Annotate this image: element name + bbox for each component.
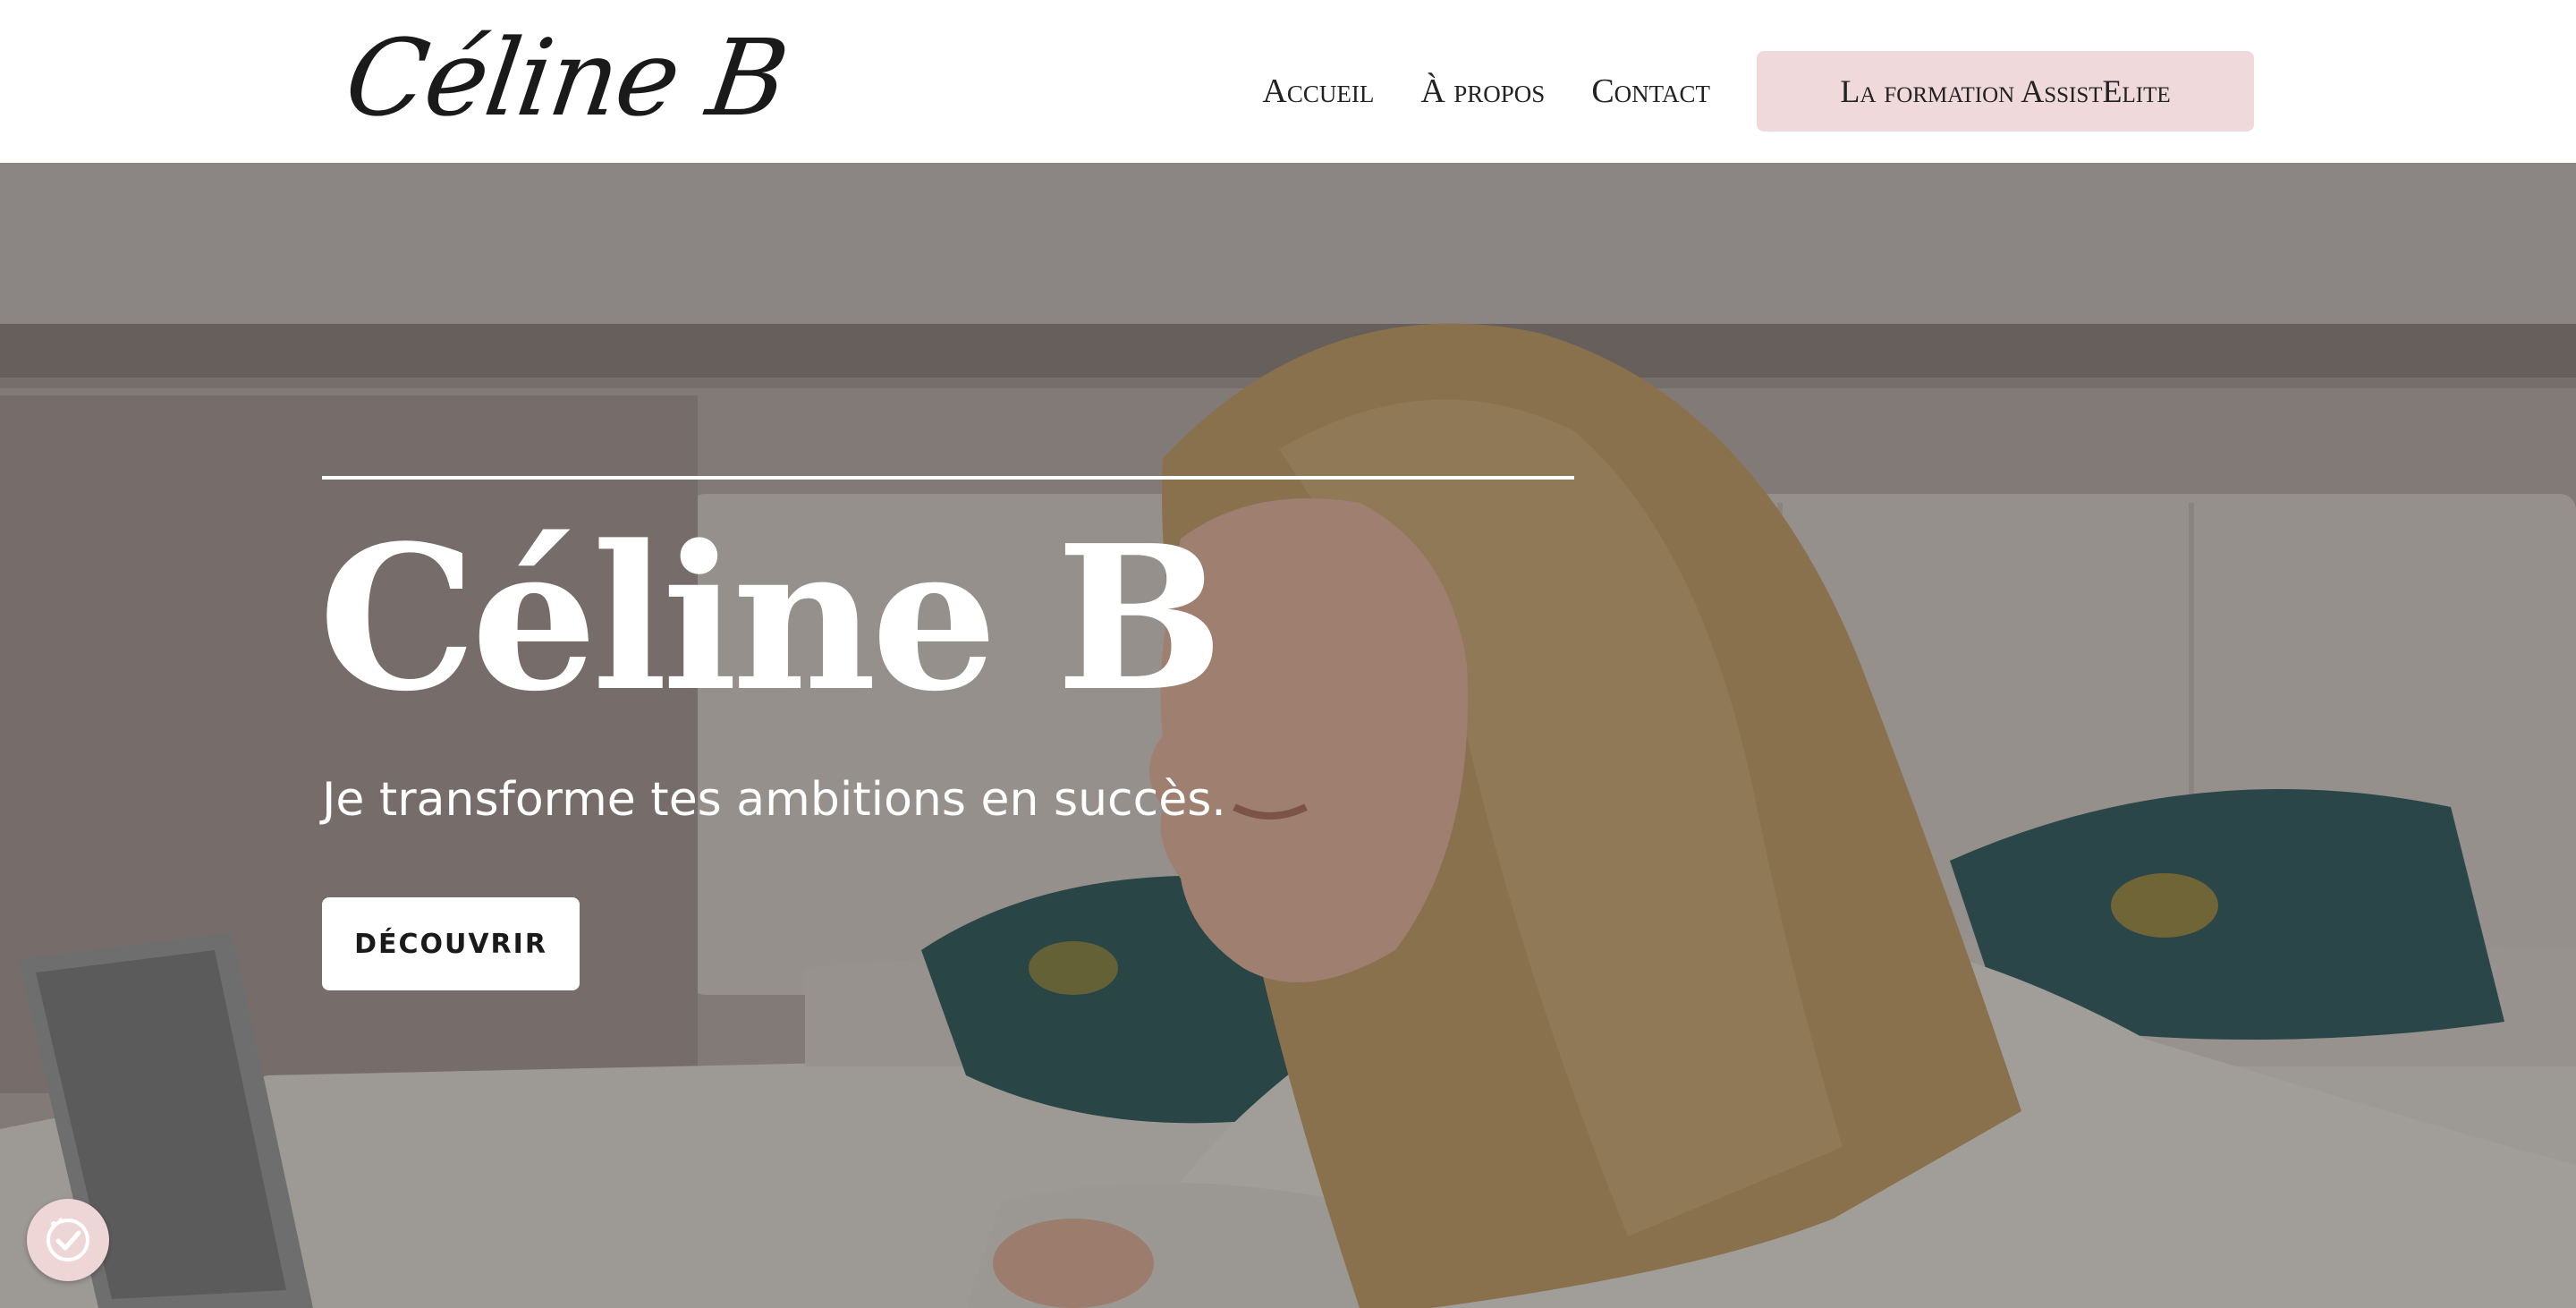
check-badge-icon (47, 1218, 89, 1261)
consent-widget-button[interactable] (27, 1199, 109, 1281)
hero-section: Céline B Je transforme tes ambitions en … (0, 163, 2576, 1308)
main-nav: Accueil À propos Contact La formation As… (1262, 50, 2254, 132)
hero-subtitle: Je transforme tes ambitions en succès. (322, 773, 1226, 827)
nav-item-contact[interactable]: Contact (1591, 72, 1710, 111)
formation-cta-button[interactable]: La formation AssistElite (1757, 51, 2254, 132)
discover-button[interactable]: DÉCOUVRIR (322, 897, 580, 990)
hero-dark-overlay (0, 163, 2576, 1308)
nav-item-a-propos[interactable]: À propos (1420, 72, 1545, 111)
nav-item-accueil[interactable]: Accueil (1262, 72, 1374, 111)
hero-title: Céline B (318, 503, 1224, 735)
hero-divider-line (322, 476, 1574, 480)
site-header: Céline B Accueil À propos Contact La for… (0, 0, 2576, 163)
site-logo[interactable]: Céline B (337, 11, 793, 145)
